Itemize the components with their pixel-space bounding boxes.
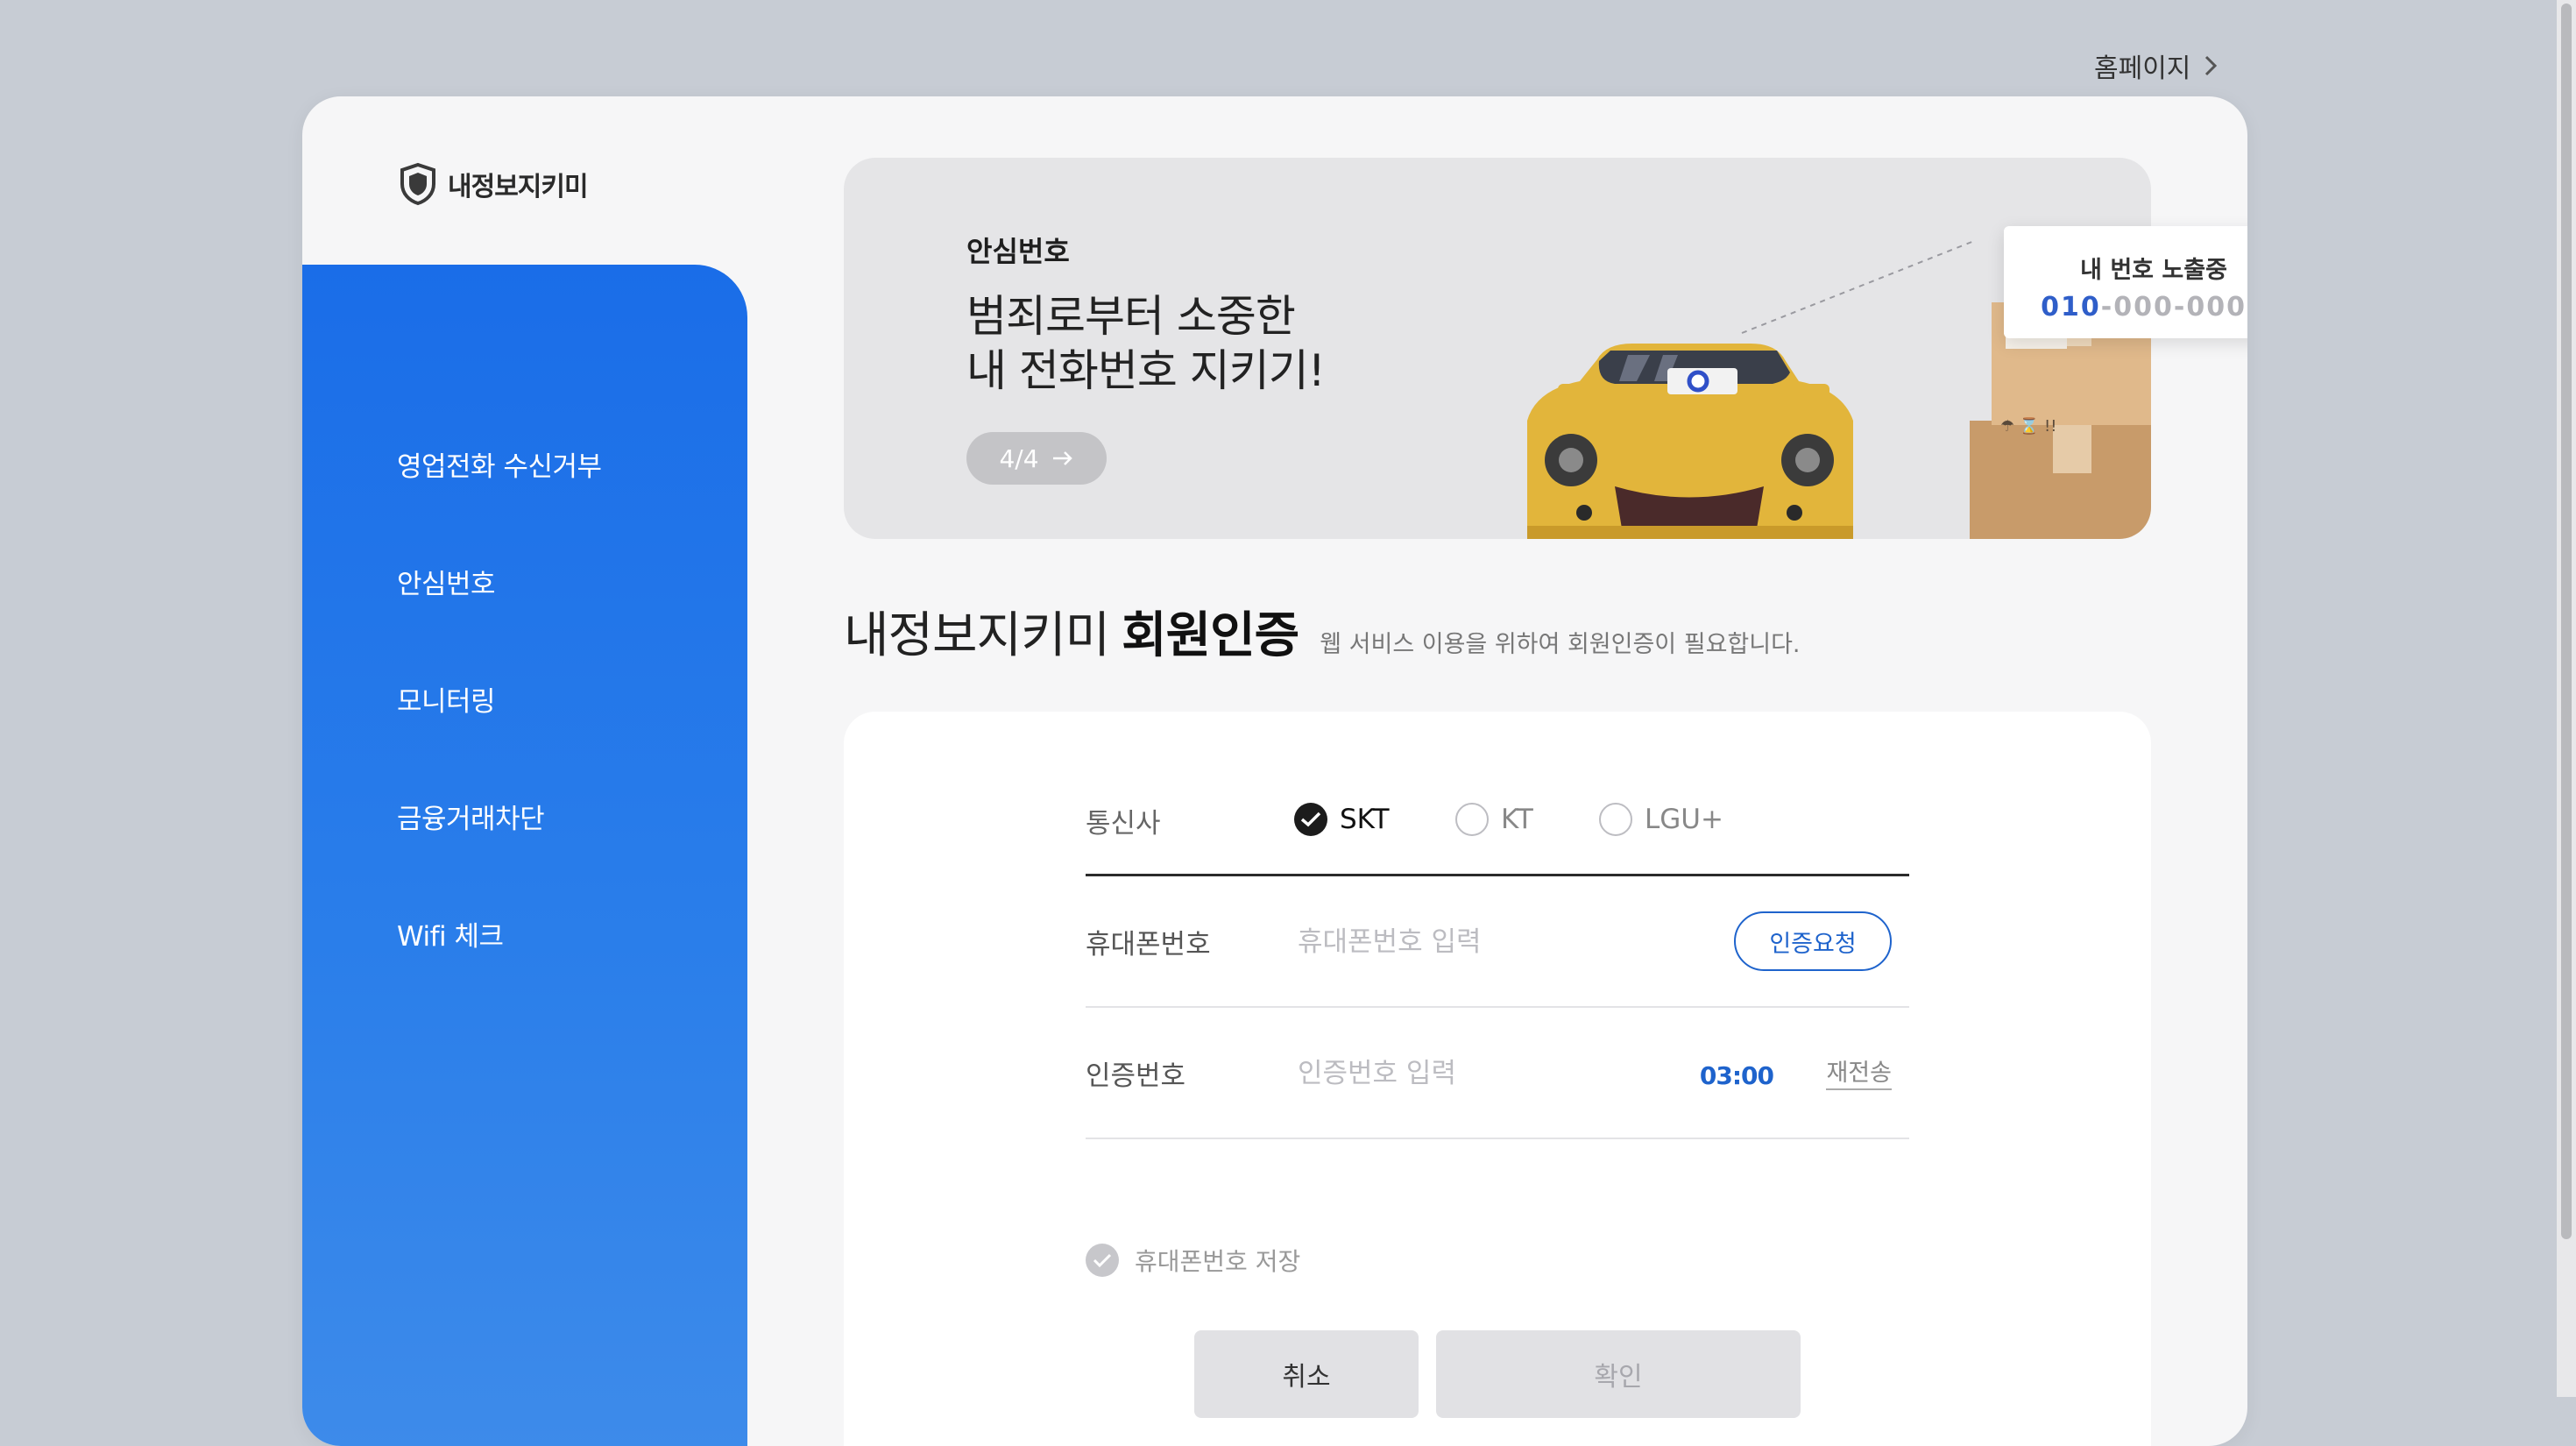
banner-headline-line-2: 내 전화번호 지키기! xyxy=(966,345,1326,396)
banner-pager-button[interactable]: 4/4 xyxy=(966,432,1107,485)
carrier-radio-label: KT xyxy=(1501,804,1533,835)
confirm-button[interactable]: 확인 xyxy=(1436,1330,1801,1418)
brand-logo[interactable]: 내정보지키미 xyxy=(399,159,589,209)
homepage-link[interactable]: 홈페이지 xyxy=(2094,44,2220,88)
phone-row: 휴대폰번호 인증요청 xyxy=(1086,876,1909,1008)
carrier-row: 통신사 SKT KT LGU+ xyxy=(1086,773,1909,876)
phone-label: 휴대폰번호 xyxy=(1086,928,1211,960)
sidebar-item-safe-number[interactable]: 안심번호 xyxy=(397,555,496,607)
auth-form-card: 통신사 SKT KT LGU+ 휴대폰번호 인증요청 인증번호 xyxy=(844,712,2151,1446)
radio-unchecked-icon xyxy=(1599,803,1632,836)
arrow-right-icon xyxy=(1052,451,1072,465)
popup-number-prefix: 010 xyxy=(2041,292,2101,323)
section-description: 웹 서비스 이용을 위하여 회원인증이 필요합니다. xyxy=(1320,631,1801,658)
carrier-radio-label: LGU+ xyxy=(1645,804,1723,835)
section-title-bold: 회원인증 xyxy=(1122,607,1299,664)
sidebar-item-financial-block[interactable]: 금융거래차단 xyxy=(397,790,545,842)
code-row: 인증번호 03:00 재전송 xyxy=(1086,1008,1909,1139)
code-input[interactable] xyxy=(1296,1047,1664,1100)
car-and-boxes-illustration: ☂ ⌛ !! xyxy=(1527,240,2151,539)
radio-unchecked-icon xyxy=(1455,803,1489,836)
popup-title: 내 번호 노출중 xyxy=(2080,257,2227,284)
sidebar: 영업전화 수신거부 안심번호 모니터링 금융거래차단 Wifi 체크 xyxy=(302,265,747,1446)
banner-headline-line-1: 범죄로부터 소중한 xyxy=(966,291,1296,342)
carrier-radio-kt[interactable]: KT xyxy=(1455,797,1533,841)
sidebar-item-sales-call-block[interactable]: 영업전화 수신거부 xyxy=(397,437,602,490)
save-phone-checkbox[interactable]: 휴대폰번호 저장 xyxy=(1086,1241,1300,1279)
homepage-link-label: 홈페이지 xyxy=(2094,53,2191,84)
carrier-radio-label: SKT xyxy=(1340,804,1390,835)
request-auth-button[interactable]: 인증요청 xyxy=(1734,911,1892,971)
sidebar-item-wifi-check[interactable]: Wifi 체크 xyxy=(397,907,504,960)
save-phone-label: 휴대폰번호 저장 xyxy=(1135,1247,1301,1276)
sidebar-item-monitoring[interactable]: 모니터링 xyxy=(397,672,496,725)
banner-subtitle: 안심번호 xyxy=(966,235,1070,268)
section-title-prefix: 내정보지키미 xyxy=(844,607,1110,664)
popup-number: 010-000-0000 xyxy=(2004,292,2247,323)
carrier-radio-lgu[interactable]: LGU+ xyxy=(1599,797,1723,841)
scrollbar-track[interactable] xyxy=(2557,0,2576,1397)
chevron-right-icon xyxy=(2205,55,2218,76)
popup-number-rest: -000-0000 xyxy=(2100,292,2247,323)
shield-icon xyxy=(400,162,435,206)
phone-input[interactable] xyxy=(1296,916,1664,968)
brand-name: 내정보지키미 xyxy=(448,172,589,202)
radio-checked-icon xyxy=(1294,803,1327,836)
banner-headline: 범죄로부터 소중한 내 전화번호 지키기! xyxy=(966,289,1326,398)
code-label: 인증번호 xyxy=(1086,1060,1186,1092)
main-card: 내정보지키미 영업전화 수신거부 안심번호 모니터링 금융거래차단 Wifi 체… xyxy=(302,96,2247,1446)
countdown-timer: 03:00 xyxy=(1699,1060,1774,1090)
cancel-button[interactable]: 취소 xyxy=(1194,1330,1419,1418)
promo-banner[interactable]: 안심번호 범죄로부터 소중한 내 전화번호 지키기! 4/4 ☂ ⌛ !! xyxy=(844,158,2151,539)
scrollbar-thumb[interactable] xyxy=(2561,4,2572,1239)
section-title: 내정보지키미 회원인증 웹 서비스 이용을 위하여 회원인증이 필요합니다. xyxy=(844,596,1801,667)
exposed-number-popup: 내 번호 노출중 010-000-0000 xyxy=(2004,226,2247,338)
banner-pager-label: 4/4 xyxy=(999,443,1039,473)
carrier-label: 통신사 xyxy=(1086,808,1161,840)
svg-text:☂ ⌛ !!: ☂ ⌛ !! xyxy=(2000,416,2056,436)
check-icon xyxy=(1086,1244,1119,1277)
resend-button[interactable]: 재전송 xyxy=(1826,1052,1892,1090)
carrier-radio-skt[interactable]: SKT xyxy=(1294,797,1390,841)
